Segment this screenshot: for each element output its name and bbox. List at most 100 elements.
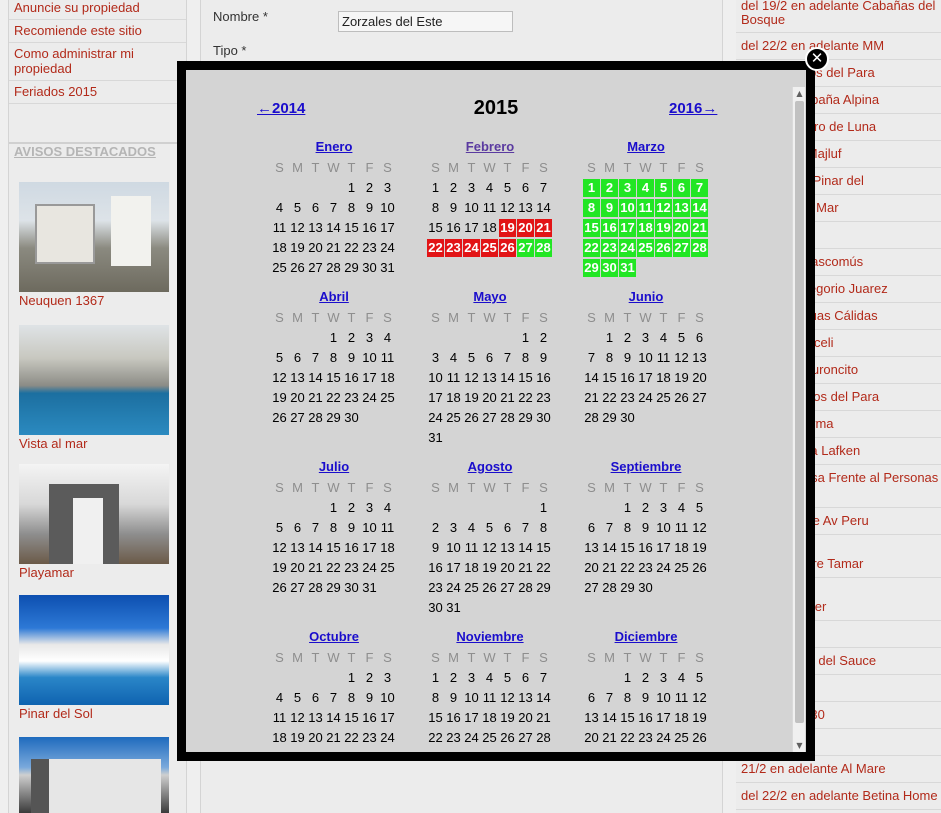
day-cell[interactable]: 30	[637, 749, 654, 752]
day-cell[interactable]: 2	[445, 179, 462, 197]
day-cell[interactable]: 19	[289, 729, 306, 747]
day-cell[interactable]: 20	[481, 389, 498, 407]
day-cell[interactable]: 10	[463, 199, 480, 217]
day-cell[interactable]: 23	[535, 389, 552, 407]
day-cell[interactable]: 28	[325, 749, 342, 752]
day-cell[interactable]: 23	[445, 239, 462, 257]
day-cell[interactable]: 3	[463, 179, 480, 197]
day-cell[interactable]: 12	[499, 199, 516, 217]
day-cell[interactable]: 13	[499, 539, 516, 557]
day-cell[interactable]: 11	[673, 519, 690, 537]
day-cell[interactable]: 26	[499, 729, 516, 747]
day-cell[interactable]: 6	[307, 199, 324, 217]
day-cell[interactable]: 9	[361, 689, 378, 707]
day-cell[interactable]: 6	[517, 179, 534, 197]
day-cell[interactable]: 30	[343, 409, 360, 427]
day-cell[interactable]: 4	[673, 669, 690, 687]
day-cell[interactable]: 25	[271, 259, 288, 277]
day-cell[interactable]: 15	[619, 539, 636, 557]
day-cell[interactable]: 9	[343, 519, 360, 537]
day-cell[interactable]: 1	[427, 669, 444, 687]
day-cell[interactable]: 28	[307, 579, 324, 597]
day-cell[interactable]: 18	[379, 539, 396, 557]
day-cell[interactable]: 27	[673, 239, 690, 257]
day-cell[interactable]: 1	[343, 669, 360, 687]
day-cell[interactable]: 8	[619, 689, 636, 707]
day-cell[interactable]: 9	[601, 199, 618, 217]
day-cell[interactable]: 20	[289, 559, 306, 577]
day-cell[interactable]: 1	[427, 179, 444, 197]
day-cell[interactable]: 15	[601, 369, 618, 387]
day-cell[interactable]: 26	[673, 389, 690, 407]
day-cell[interactable]: 13	[307, 709, 324, 727]
day-cell[interactable]: 17	[361, 369, 378, 387]
day-cell[interactable]: 14	[307, 539, 324, 557]
day-cell[interactable]: 30	[343, 579, 360, 597]
day-cell[interactable]: 16	[343, 369, 360, 387]
day-cell[interactable]: 6	[307, 689, 324, 707]
day-cell[interactable]: 21	[601, 729, 618, 747]
day-cell[interactable]: 13	[289, 539, 306, 557]
day-cell[interactable]: 25	[481, 729, 498, 747]
day-cell[interactable]: 7	[601, 689, 618, 707]
day-cell[interactable]: 27	[289, 409, 306, 427]
day-cell[interactable]: 7	[307, 349, 324, 367]
day-cell[interactable]: 15	[535, 539, 552, 557]
day-cell[interactable]: 18	[271, 729, 288, 747]
day-cell[interactable]: 29	[517, 409, 534, 427]
day-cell[interactable]: 19	[673, 369, 690, 387]
day-cell[interactable]: 27	[517, 729, 534, 747]
scroll-down-arrow-icon[interactable]: ▼	[793, 739, 806, 752]
day-cell[interactable]: 20	[307, 729, 324, 747]
day-cell[interactable]: 29	[427, 749, 444, 752]
day-cell[interactable]: 17	[619, 219, 636, 237]
day-cell[interactable]: 27	[481, 409, 498, 427]
day-cell[interactable]: 29	[343, 259, 360, 277]
day-cell[interactable]: 21	[601, 559, 618, 577]
day-cell[interactable]: 12	[655, 199, 672, 217]
day-cell[interactable]: 20	[517, 219, 534, 237]
day-cell[interactable]: 18	[481, 219, 498, 237]
day-cell[interactable]: 14	[307, 369, 324, 387]
day-cell[interactable]: 18	[463, 559, 480, 577]
day-cell[interactable]: 25	[463, 579, 480, 597]
day-cell[interactable]: 16	[343, 539, 360, 557]
day-cell[interactable]: 12	[673, 349, 690, 367]
day-cell[interactable]: 19	[289, 239, 306, 257]
day-cell[interactable]: 24	[463, 729, 480, 747]
day-cell[interactable]: 7	[499, 349, 516, 367]
day-cell[interactable]: 5	[271, 349, 288, 367]
day-cell[interactable]: 28	[535, 729, 552, 747]
day-cell[interactable]: 10	[379, 689, 396, 707]
day-cell[interactable]: 23	[427, 579, 444, 597]
day-cell[interactable]: 17	[379, 709, 396, 727]
day-cell[interactable]: 26	[289, 259, 306, 277]
day-cell[interactable]: 4	[445, 349, 462, 367]
day-cell[interactable]: 23	[445, 729, 462, 747]
scrollbar[interactable]: ▲ ▼	[792, 87, 805, 752]
scroll-thumb[interactable]	[795, 101, 804, 723]
day-cell[interactable]: 13	[673, 199, 690, 217]
day-cell[interactable]: 15	[619, 709, 636, 727]
day-cell[interactable]: 14	[691, 199, 708, 217]
day-cell[interactable]: 10	[463, 689, 480, 707]
day-cell[interactable]: 26	[691, 559, 708, 577]
day-cell[interactable]: 1	[325, 329, 342, 347]
day-cell[interactable]: 7	[691, 179, 708, 197]
day-cell[interactable]: 5	[463, 349, 480, 367]
day-cell[interactable]: 12	[271, 369, 288, 387]
day-cell[interactable]: 30	[601, 259, 618, 277]
day-cell[interactable]: 31	[445, 599, 462, 617]
day-cell[interactable]: 10	[655, 519, 672, 537]
day-cell[interactable]: 23	[361, 729, 378, 747]
day-cell[interactable]: 23	[343, 559, 360, 577]
day-cell[interactable]: 23	[601, 239, 618, 257]
day-cell[interactable]: 5	[499, 179, 516, 197]
day-cell[interactable]: 21	[583, 389, 600, 407]
month-name-link[interactable]: Mayo	[427, 289, 553, 309]
day-cell[interactable]: 20	[583, 729, 600, 747]
day-cell[interactable]: 9	[637, 519, 654, 537]
day-cell[interactable]: 8	[517, 349, 534, 367]
day-cell[interactable]: 22	[583, 239, 600, 257]
day-cell[interactable]: 21	[535, 709, 552, 727]
